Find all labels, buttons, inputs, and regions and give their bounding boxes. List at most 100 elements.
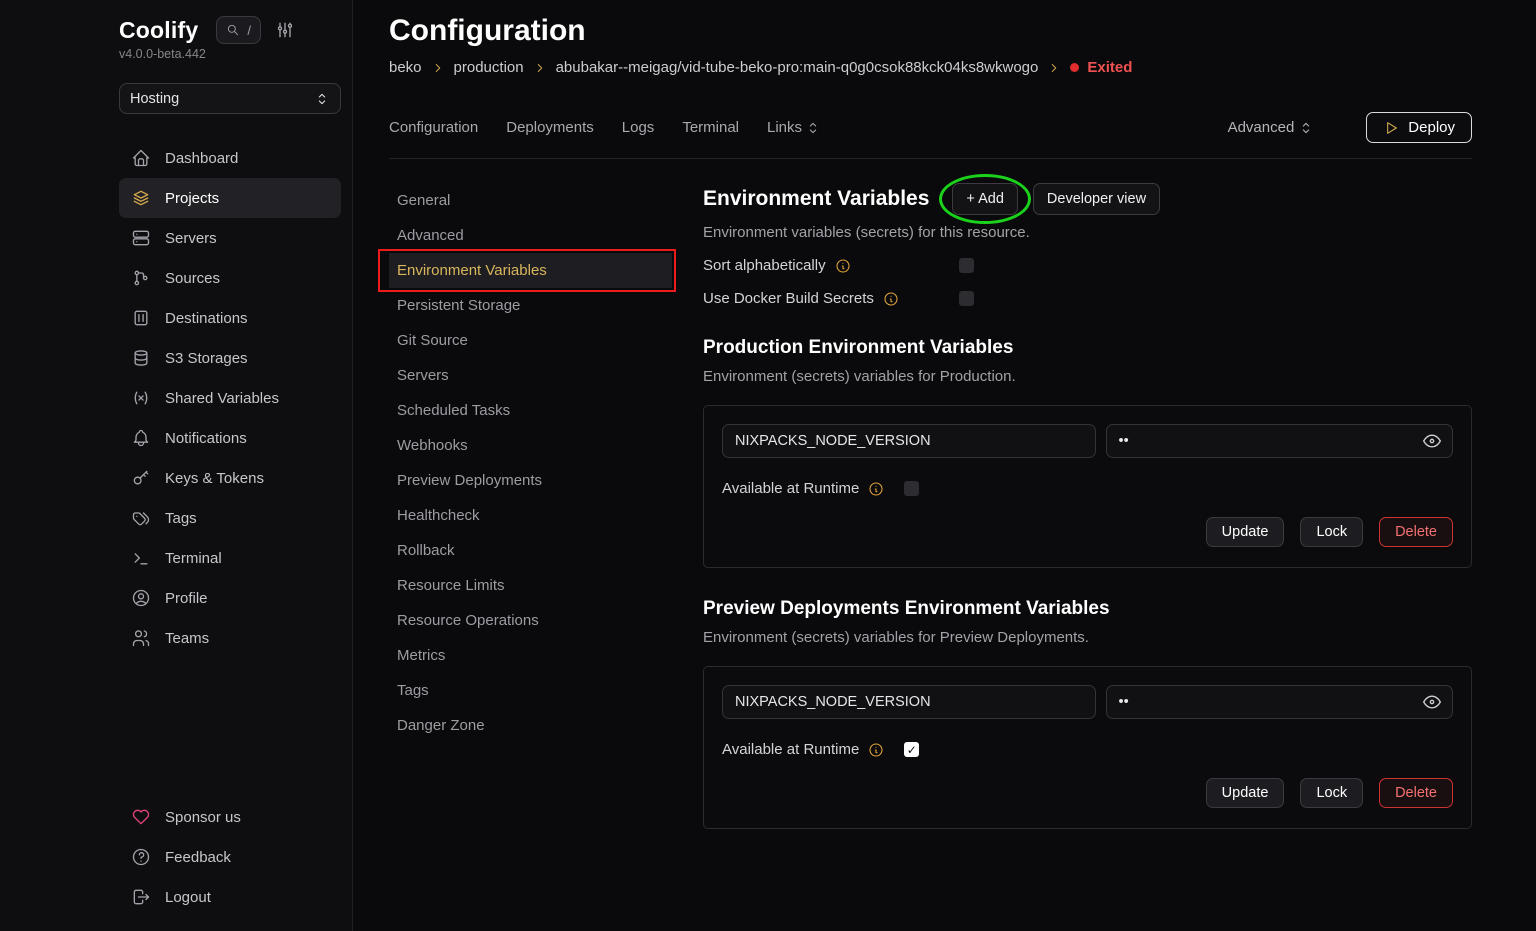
container-icon — [131, 308, 151, 328]
settings-sliders-button[interactable] — [275, 20, 295, 40]
app-logo[interactable]: Coolify — [119, 17, 198, 44]
info-icon[interactable] — [868, 481, 884, 497]
sidebar-item-teams[interactable]: Teams — [119, 618, 341, 658]
selector-icon — [1298, 120, 1314, 136]
home-icon — [131, 148, 151, 168]
app-window: Coolify / v4.0.0-beta.442 Hosting Dashbo… — [0, 0, 1536, 931]
variable-value-wrap — [1106, 424, 1454, 458]
status-badge: Exited — [1070, 59, 1132, 76]
docker-build-secrets-checkbox[interactable] — [959, 291, 974, 306]
variable-name-input[interactable] — [722, 424, 1096, 458]
sidebar-item-sources[interactable]: Sources — [119, 258, 341, 298]
available-at-runtime-row: Available at Runtime — [722, 480, 1453, 497]
variable-name-input[interactable] — [722, 685, 1096, 719]
environment-variables-panel: Environment Variables + Add Developer vi… — [703, 183, 1472, 829]
variable-value-input[interactable] — [1106, 685, 1454, 719]
production-variable-card: Available at Runtime Update Lock Delete — [703, 405, 1472, 568]
reveal-secret-button[interactable] — [1422, 431, 1442, 451]
info-icon[interactable] — [835, 258, 851, 274]
available-at-runtime-checkbox[interactable] — [904, 481, 919, 496]
info-icon[interactable] — [883, 291, 899, 307]
tab-configuration[interactable]: Configuration — [389, 119, 478, 136]
subnav-item-resource-limits[interactable]: Resource Limits — [389, 568, 672, 603]
subnav-item-metrics[interactable]: Metrics — [389, 638, 672, 673]
sidebar-item-logout[interactable]: Logout — [119, 877, 341, 917]
tab-links[interactable]: Links — [767, 119, 821, 136]
sidebar-item-projects[interactable]: Projects — [119, 178, 341, 218]
delete-button[interactable]: Delete — [1379, 517, 1453, 547]
heart-icon — [131, 807, 151, 827]
subnav-item-resource-operations[interactable]: Resource Operations — [389, 603, 672, 638]
subnav-item-scheduled-tasks[interactable]: Scheduled Tasks — [389, 393, 672, 428]
tags-icon — [131, 508, 151, 528]
sidebar-item-notifications[interactable]: Notifications — [119, 418, 341, 458]
team-selector-value: Hosting — [130, 91, 179, 107]
sidebar-item-shared-variables[interactable]: Shared Variables — [119, 378, 341, 418]
team-selector[interactable]: Hosting — [119, 83, 341, 114]
available-at-runtime-checkbox[interactable] — [904, 742, 919, 757]
delete-button[interactable]: Delete — [1379, 778, 1453, 808]
info-icon[interactable] — [868, 742, 884, 758]
sidebar-item-s3-storages[interactable]: S3 Storages — [119, 338, 341, 378]
subnav-item-webhooks[interactable]: Webhooks — [389, 428, 672, 463]
sort-alphabetically-checkbox[interactable] — [959, 258, 974, 273]
sidebar-item-label: Sponsor us — [165, 809, 241, 826]
sidebar: Coolify / v4.0.0-beta.442 Hosting Dashbo… — [0, 0, 353, 931]
sidebar-item-tags[interactable]: Tags — [119, 498, 341, 538]
search-button[interactable]: / — [216, 16, 261, 44]
sidebar-item-destinations[interactable]: Destinations — [119, 298, 341, 338]
sidebar-item-keys-tokens[interactable]: Keys & Tokens — [119, 458, 341, 498]
play-icon — [1383, 120, 1399, 136]
subnav-item-healthcheck[interactable]: Healthcheck — [389, 498, 672, 533]
subnav-item-rollback[interactable]: Rollback — [389, 533, 672, 568]
variable-value-input[interactable] — [1106, 424, 1454, 458]
subnav-item-git-source[interactable]: Git Source — [389, 323, 672, 358]
eye-icon — [1422, 431, 1442, 451]
tab-deployments[interactable]: Deployments — [506, 119, 594, 136]
eye-icon — [1422, 692, 1442, 712]
subnav-item-danger-zone[interactable]: Danger Zone — [389, 708, 672, 743]
docker-build-secrets-row: Use Docker Build Secrets — [703, 290, 1472, 307]
sidebar-item-sponsor-us[interactable]: Sponsor us — [119, 797, 341, 837]
production-section-subtitle: Environment (secrets) variables for Prod… — [703, 368, 1472, 385]
sidebar-item-label: S3 Storages — [165, 350, 248, 367]
update-button[interactable]: Update — [1206, 778, 1285, 808]
breadcrumb-resource[interactable]: abubakar--meigag/vid-tube-beko-pro:main-… — [556, 59, 1039, 76]
sort-alphabetically-label: Sort alphabetically — [703, 257, 826, 274]
developer-view-button[interactable]: Developer view — [1033, 183, 1160, 215]
subnav-item-tags[interactable]: Tags — [389, 673, 672, 708]
lock-button[interactable]: Lock — [1300, 517, 1363, 547]
tab-logs[interactable]: Logs — [622, 119, 655, 136]
update-button[interactable]: Update — [1206, 517, 1285, 547]
sidebar-item-label: Shared Variables — [165, 390, 279, 407]
sidebar-item-feedback[interactable]: Feedback — [119, 837, 341, 877]
deploy-button[interactable]: Deploy — [1366, 112, 1472, 143]
selector-icon — [805, 120, 821, 136]
subnav-item-preview-deployments[interactable]: Preview Deployments — [389, 463, 672, 498]
app-version: v4.0.0-beta.442 — [119, 47, 341, 61]
sort-alphabetically-row: Sort alphabetically — [703, 257, 1472, 274]
sidebar-item-label: Dashboard — [165, 150, 238, 167]
lock-button[interactable]: Lock — [1300, 778, 1363, 808]
sidebar-item-profile[interactable]: Profile — [119, 578, 341, 618]
breadcrumb: beko production abubakar--meigag/vid-tub… — [389, 59, 1472, 76]
add-variable-button[interactable]: + Add — [952, 183, 1018, 215]
tab-terminal[interactable]: Terminal — [682, 119, 739, 136]
variable-value-wrap — [1106, 685, 1454, 719]
sidebar-item-label: Logout — [165, 889, 211, 906]
subnav-item-environment-variables[interactable]: Environment Variables — [389, 253, 672, 288]
sidebar-item-terminal[interactable]: Terminal — [119, 538, 341, 578]
sidebar-item-dashboard[interactable]: Dashboard — [119, 138, 341, 178]
subnav-item-persistent-storage[interactable]: Persistent Storage — [389, 288, 672, 323]
breadcrumb-team[interactable]: beko — [389, 59, 422, 76]
advanced-dropdown-button[interactable]: Advanced — [1228, 119, 1315, 136]
docker-build-secrets-label: Use Docker Build Secrets — [703, 290, 874, 307]
reveal-secret-button[interactable] — [1422, 692, 1442, 712]
subnav-item-advanced[interactable]: Advanced — [389, 218, 672, 253]
breadcrumb-environment[interactable]: production — [454, 59, 524, 76]
sidebar-item-servers[interactable]: Servers — [119, 218, 341, 258]
sidebar-item-label: Destinations — [165, 310, 248, 327]
subnav-item-servers[interactable]: Servers — [389, 358, 672, 393]
status-dot-icon — [1070, 63, 1079, 72]
subnav-item-general[interactable]: General — [389, 183, 672, 218]
